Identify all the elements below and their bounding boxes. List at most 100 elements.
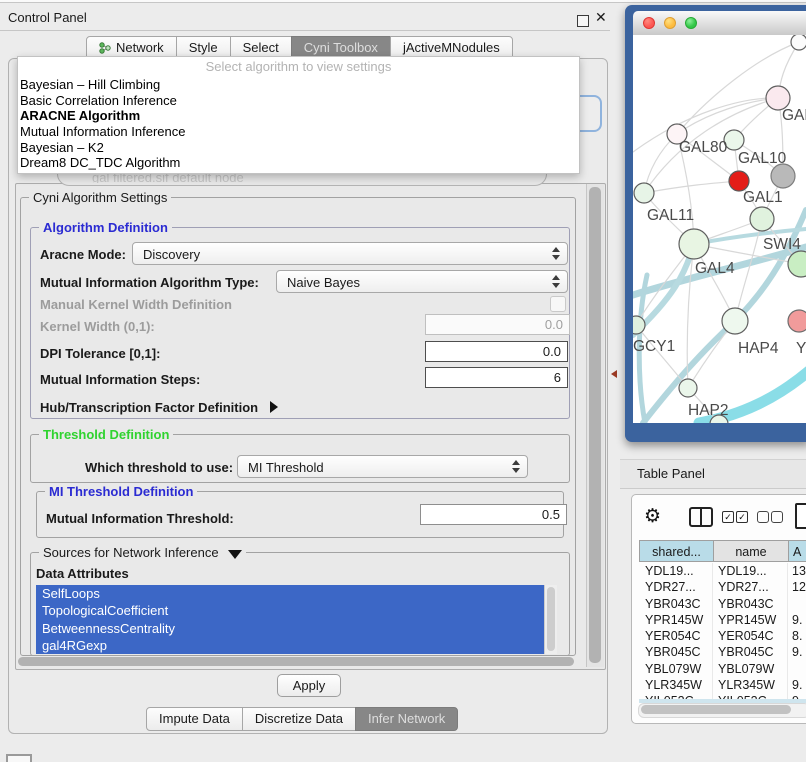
mi-steps-input[interactable]: 6 bbox=[425, 367, 568, 388]
kernel-width-input[interactable]: 0.0 bbox=[425, 314, 570, 335]
checked-checkbox-icon[interactable]: ✓ bbox=[722, 511, 734, 523]
which-threshold-select[interactable]: MI Threshold bbox=[237, 455, 528, 478]
table-cell: YDL19... bbox=[645, 563, 694, 579]
apply-button[interactable]: Apply bbox=[277, 674, 341, 697]
unchecked-checkbox-icon[interactable] bbox=[757, 511, 769, 523]
hub-definition-label[interactable]: Hub/Transcription Factor Definition bbox=[40, 400, 278, 415]
network-node[interactable] bbox=[634, 183, 654, 203]
network-node-label: GAL1 bbox=[743, 189, 783, 206]
stepper-arrows-icon bbox=[512, 460, 520, 473]
table-cell: YBR043C bbox=[645, 596, 701, 612]
table-cell: YBR045C bbox=[645, 644, 701, 660]
table-cell: 13 bbox=[792, 563, 806, 579]
table-cell: YPR145W bbox=[718, 612, 776, 628]
network-graph[interactable]: GALGAL80GAL10GAL1GAL11SWI4GAL4GCY1HAP4YH… bbox=[633, 35, 806, 423]
mi-steps-label: Mutual Information Steps: bbox=[40, 372, 200, 387]
table-cell: YDL19... bbox=[718, 563, 767, 579]
close-panel-icon[interactable]: ✕ bbox=[595, 9, 607, 26]
attribute-list-item[interactable]: SelfLoops bbox=[36, 585, 544, 602]
table-row[interactable]: YER054CYER054C8. bbox=[631, 628, 806, 644]
network-node-label: Y bbox=[796, 340, 806, 357]
column-header-name[interactable]: name bbox=[713, 540, 789, 562]
minimize-traffic-button[interactable] bbox=[664, 17, 676, 29]
algorithm-popup-item[interactable]: Basic Correlation Inference bbox=[18, 93, 579, 109]
vertical-scrollbar-thumb[interactable] bbox=[589, 187, 601, 663]
horizontal-scrollbar-thumb[interactable] bbox=[18, 657, 574, 666]
attribute-list-item[interactable]: TopologicalCoefficient bbox=[36, 602, 544, 619]
tab-discretize-data[interactable]: Discretize Data bbox=[242, 707, 356, 731]
checked-checkbox-icon[interactable]: ✓ bbox=[736, 511, 748, 523]
table-row[interactable]: YLR345WYLR345W9. bbox=[631, 677, 806, 693]
columns-icon[interactable] bbox=[689, 507, 713, 527]
tab-impute-data[interactable]: Impute Data bbox=[146, 707, 243, 731]
mi-type-select[interactable]: Naive Bayes bbox=[276, 270, 568, 293]
mi-type-value: Naive Bayes bbox=[287, 275, 360, 290]
float-panel-icon[interactable] bbox=[577, 15, 589, 27]
table-hscrollbar-thumb[interactable] bbox=[641, 705, 791, 714]
network-node-label: GAL80 bbox=[679, 139, 728, 156]
network-node[interactable] bbox=[729, 171, 749, 191]
network-node[interactable] bbox=[633, 316, 645, 334]
network-node[interactable] bbox=[679, 229, 709, 259]
algorithm-popup-item[interactable]: Bayesian – K2 bbox=[18, 140, 579, 156]
tab-infer-network[interactable]: Infer Network bbox=[355, 707, 458, 731]
collapse-down-icon[interactable] bbox=[228, 550, 242, 559]
network-node[interactable] bbox=[791, 35, 806, 50]
column-header-shared[interactable]: shared... bbox=[639, 540, 714, 562]
which-threshold-label: Which threshold to use: bbox=[85, 460, 233, 475]
table-row[interactable]: YBL079WYBL079W bbox=[631, 661, 806, 677]
divider-collapse-icon[interactable] bbox=[611, 370, 617, 378]
table-cell: YLR345W bbox=[718, 677, 775, 693]
table-row[interactable]: YPR145WYPR145W9. bbox=[631, 612, 806, 628]
window-top-border bbox=[0, 2, 806, 3]
cyni-mode-tabs: Impute DataDiscretize DataInfer Network bbox=[146, 707, 458, 731]
table-row[interactable]: YDR27...YDR27...12 bbox=[631, 579, 806, 595]
close-traffic-button[interactable] bbox=[643, 17, 655, 29]
manual-kernel-checkbox[interactable] bbox=[550, 296, 566, 312]
attribute-list-item[interactable]: BetweennessCentrality bbox=[36, 620, 544, 637]
network-node-label: HAP4 bbox=[738, 340, 779, 357]
data-attributes-list[interactable]: SelfLoopsTopologicalCoefficientBetweenne… bbox=[36, 585, 544, 654]
expand-right-icon[interactable] bbox=[270, 401, 278, 413]
network-node[interactable] bbox=[750, 207, 774, 231]
which-threshold-value: MI Threshold bbox=[248, 460, 324, 475]
attributes-scrollbar[interactable] bbox=[544, 585, 557, 654]
network-node[interactable] bbox=[722, 308, 748, 334]
network-edge[interactable] bbox=[677, 98, 778, 134]
unchecked-checkbox-icon[interactable] bbox=[771, 511, 783, 523]
attribute-list-item[interactable]: gal4RGexp bbox=[36, 637, 544, 654]
aracne-mode-select[interactable]: Discovery bbox=[132, 242, 568, 265]
network-node-label: SWI4 bbox=[763, 236, 801, 253]
network-window-titlebar[interactable] bbox=[633, 11, 806, 36]
algorithm-definition-legend: Algorithm Definition bbox=[39, 221, 172, 234]
kernel-width-label: Kernel Width (0,1): bbox=[40, 319, 155, 334]
algorithm-popup-item[interactable]: Mutual Information Inference bbox=[18, 124, 579, 140]
zoom-traffic-button[interactable] bbox=[685, 17, 697, 29]
network-canvas[interactable]: GALGAL80GAL10GAL1GAL11SWI4GAL4GCY1HAP4YH… bbox=[633, 35, 806, 423]
column-header-extra[interactable]: A bbox=[788, 540, 806, 562]
table-row[interactable]: YDL19... YDL19... 13 bbox=[631, 563, 806, 579]
algorithm-popup-item[interactable]: ARACNE Algorithm bbox=[18, 108, 579, 124]
mi-threshold-input[interactable]: 0.5 bbox=[420, 504, 567, 525]
gear-icon[interactable]: ⚙ bbox=[644, 505, 661, 528]
table-body: YDL19...YDL19...13YDR27...YDR27...12YBR0… bbox=[631, 563, 806, 703]
algorithm-popup-item[interactable]: Bayesian – Hill Climbing bbox=[18, 77, 579, 93]
network-node-label: GAL10 bbox=[738, 150, 787, 167]
table-row[interactable]: YBR043CYBR043C bbox=[631, 596, 806, 612]
network-node[interactable] bbox=[771, 164, 795, 188]
sources-legend: Sources for Network Inference bbox=[39, 546, 246, 559]
network-node[interactable] bbox=[788, 310, 806, 332]
network-edge[interactable] bbox=[636, 325, 688, 388]
dpi-tolerance-label: DPI Tolerance [0,1]: bbox=[40, 346, 160, 361]
dpi-tolerance-input[interactable]: 0.0 bbox=[425, 341, 568, 362]
table-row[interactable]: YBR045CYBR045C9. bbox=[631, 644, 806, 660]
network-edge[interactable] bbox=[644, 181, 739, 193]
mi-type-label: Mutual Information Algorithm Type: bbox=[40, 275, 259, 290]
algorithm-popup-item[interactable]: Dream8 DC_TDC Algorithm bbox=[18, 155, 579, 171]
network-node-label: GAL bbox=[782, 107, 806, 124]
file-icon[interactable] bbox=[795, 503, 806, 529]
network-node[interactable] bbox=[679, 379, 697, 397]
table-cell: 9. bbox=[792, 644, 802, 660]
column-divider bbox=[787, 563, 788, 703]
table-cell: YER054C bbox=[718, 628, 774, 644]
